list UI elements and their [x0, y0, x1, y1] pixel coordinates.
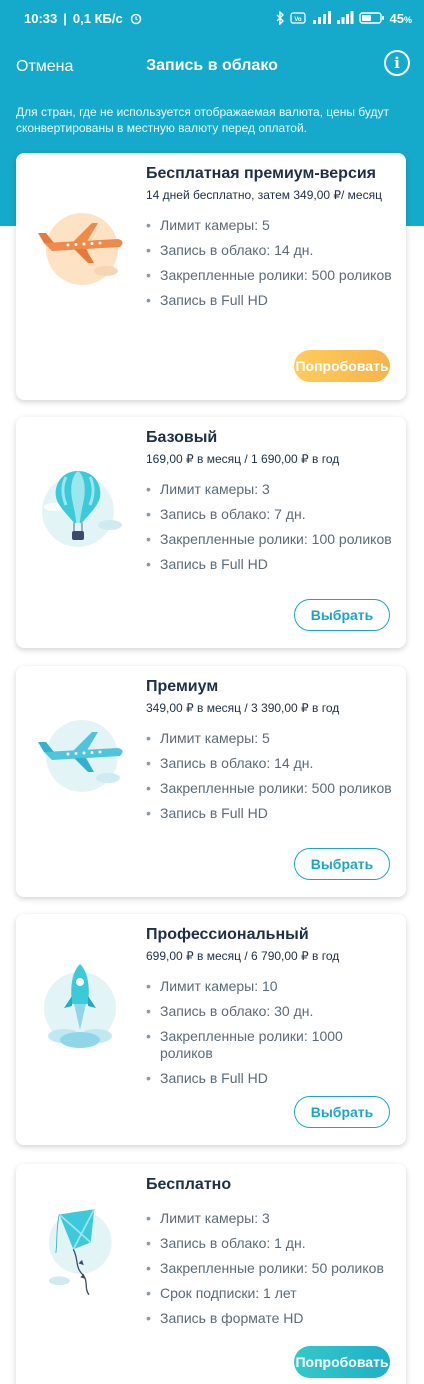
battery-percent: 45%	[389, 10, 412, 26]
svg-text:Vo: Vo	[294, 17, 302, 23]
feature-item: Закрепленные ролики: 500 роликов	[146, 780, 392, 797]
plan-name: Премиум	[146, 678, 219, 695]
kite-icon	[48, 1208, 112, 1296]
plan-name: Бесплатная премиум-версия	[146, 165, 377, 182]
feature-item: Запись в облако: 14 дн.	[146, 755, 392, 772]
plan-features: Лимит камеры: 5 Запись в облако: 14 дн. …	[146, 217, 392, 309]
feature-item: Запись в облако: 1 дн.	[146, 1235, 392, 1252]
hot-air-balloon-icon	[42, 471, 122, 547]
plan-features: Лимит камеры: 3 Запись в облако: 1 дн. З…	[146, 1210, 392, 1327]
plan-name: Базовый	[146, 429, 218, 446]
feature-item: Запись в Full HD	[146, 1070, 392, 1087]
feature-item: Закрепленные ролики: 500 роликов	[146, 267, 392, 284]
feature-item: Закрепленные ролики: 1000 роликов	[146, 1028, 392, 1062]
feature-item: Лимит камеры: 5	[146, 730, 392, 747]
plan-price: 14 дней бесплатно, затем 349,00 ₽/ месяц	[146, 188, 382, 202]
feature-item: Лимит камеры: 3	[146, 1210, 392, 1227]
feature-item: Срок подписки: 1 лет	[146, 1285, 392, 1302]
plan-features: Лимит камеры: 10 Запись в облако: 30 дн.…	[146, 978, 392, 1087]
plan-name: Бесплатно	[146, 1176, 232, 1193]
signal-icon-1	[312, 11, 331, 24]
feature-item: Лимит камеры: 3	[146, 481, 392, 498]
feature-item: Запись в облако: 30 дн.	[146, 1003, 392, 1020]
feature-item: Закрепленные ролики: 50 роликов	[146, 1260, 392, 1277]
feature-item: Закрепленные ролики: 100 роликов	[146, 531, 392, 548]
currency-note: Для стран, где не используется отображае…	[16, 105, 390, 135]
feature-item: Запись в Full HD	[146, 292, 392, 309]
plan-price: 349,00 ₽ в месяц / 3 390,00 ₽ в год	[146, 701, 340, 715]
select-button[interactable]: Выбрать	[294, 599, 390, 631]
feature-item: Лимит камеры: 5	[146, 217, 392, 234]
plan-price: 169,00 ₽ в месяц / 1 690,00 ₽ в год	[146, 452, 340, 466]
airplane-icon	[38, 720, 123, 792]
feature-item: Запись в облако: 7 дн.	[146, 506, 392, 523]
feature-item: Запись в облако: 14 дн.	[146, 242, 392, 259]
alarm-icon	[130, 13, 141, 25]
signal-icon-2	[336, 11, 354, 24]
plan-card-premium: Премиум 349,00 ₽ в месяц / 3 390,00 ₽ в …	[16, 666, 406, 897]
status-bar: 10:33 | 0,1 КБ/с Vo 45%	[24, 10, 412, 26]
plan-card-basic: Базовый 169,00 ₽ в месяц / 1 690,00 ₽ в …	[16, 417, 406, 648]
select-button[interactable]: Выбрать	[294, 848, 390, 880]
airplane-icon	[38, 213, 123, 285]
info-icon[interactable]: i	[384, 50, 410, 76]
plan-features: Лимит камеры: 5 Запись в облако: 14 дн. …	[146, 730, 392, 822]
plan-name: Профессиональный	[146, 926, 309, 943]
bluetooth-icon	[276, 11, 284, 25]
plan-card-free-premium: Бесплатная премиум-версия 14 дней беспла…	[16, 153, 406, 400]
plan-price: 699,00 ₽ в месяц / 6 790,00 ₽ в год	[146, 949, 340, 963]
try-button[interactable]: Попробовать	[294, 350, 390, 382]
volte-icon: Vo	[289, 12, 306, 24]
feature-item: Запись в формате HD	[146, 1310, 392, 1327]
try-button[interactable]: Попробовать	[294, 1346, 390, 1378]
status-time: 10:33	[24, 10, 58, 26]
plan-card-professional: Профессиональный 699,00 ₽ в месяц / 6 79…	[16, 914, 406, 1145]
feature-item: Запись в Full HD	[146, 556, 392, 573]
battery-icon	[358, 12, 384, 24]
plan-card-free: Бесплатно Лимит камеры: 3 Запись в облак…	[16, 1164, 406, 1384]
feature-item: Лимит камеры: 10	[146, 978, 392, 995]
plan-features: Лимит камеры: 3 Запись в облако: 7 дн. З…	[146, 481, 392, 573]
page-title: Запись в облако	[146, 57, 278, 74]
top-app-bar: Отмена Запись в облако i	[0, 44, 424, 88]
select-button[interactable]: Выбрать	[294, 1096, 390, 1128]
status-network-speed: 0,1 КБ/с	[72, 10, 123, 26]
feature-item: Запись в Full HD	[146, 805, 392, 822]
rocket-icon	[44, 964, 116, 1048]
